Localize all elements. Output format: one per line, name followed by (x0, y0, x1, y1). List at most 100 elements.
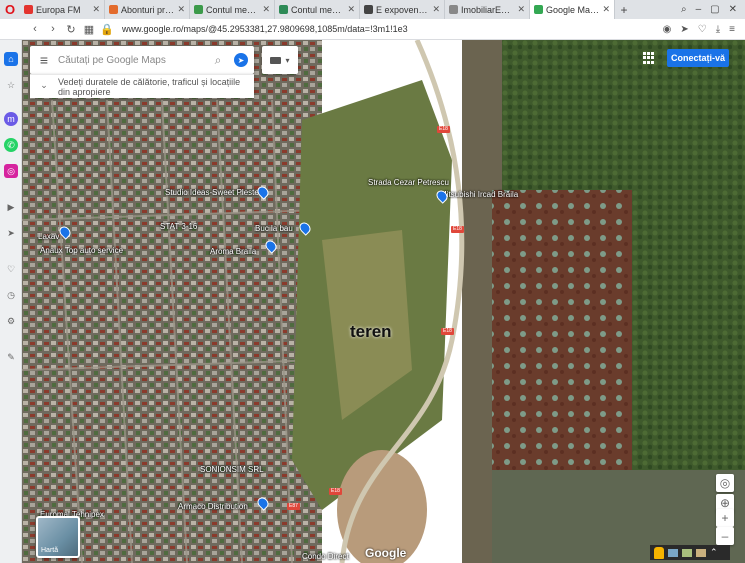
tab[interactable]: Europa FM ✕ (20, 0, 105, 19)
messenger-icon[interactable]: m (4, 112, 18, 126)
forward-icon[interactable]: › (44, 23, 62, 35)
close-icon[interactable]: ✕ (432, 4, 440, 15)
annotation-text: teren (350, 322, 392, 341)
layers-button[interactable]: ▾ (262, 46, 298, 74)
place-label[interactable]: Condo Direct (302, 552, 349, 561)
explore-text: Vedeți duratele de călătorie, traficul ș… (58, 77, 241, 97)
place-label[interactable]: Buc la bau (255, 224, 293, 233)
speed-dial-icon[interactable]: ☆ (4, 78, 18, 92)
tab[interactable]: E expoventul si t✕ (360, 0, 445, 19)
tab[interactable]: Contul meu › Mi✕ (275, 0, 360, 19)
new-tab-icon[interactable]: + (615, 3, 633, 17)
hamburger-menu-icon[interactable]: ≡ (30, 52, 58, 68)
chevron-down-icon[interactable]: ⌄ (30, 75, 58, 91)
road-shield: E18 (329, 488, 342, 495)
place-label[interactable]: Anaux Top auto service (40, 246, 123, 255)
maximize-icon[interactable]: ▢ (710, 4, 719, 15)
send-icon[interactable]: ➤ (680, 24, 688, 35)
tab-favicon-icon (449, 5, 458, 14)
close-icon[interactable]: ✕ (602, 4, 610, 15)
imagery-thumbnail-icon[interactable] (668, 548, 678, 557)
apps-grid-icon[interactable] (643, 52, 655, 64)
player-icon[interactable]: ▶ (4, 200, 18, 214)
expand-icon[interactable]: ⌃ (710, 547, 718, 558)
heart-icon[interactable]: ♡ (698, 24, 707, 35)
map-type-toggle[interactable]: Hartă (36, 516, 80, 558)
map-type-label: Hartă (41, 547, 59, 554)
address-bar: ‹ › ↻ ▦ 🔒 www.google.ro/maps/@45.2953381… (0, 19, 745, 40)
tab-favicon-icon (364, 5, 373, 14)
explore-nearby-panel[interactable]: ⌄ Vedeți duratele de călătorie, traficul… (30, 74, 254, 98)
place-label[interactable]: Mitsubishi Ircad Brăila (440, 190, 518, 199)
place-label[interactable]: Laxav (38, 232, 59, 241)
window-close-icon[interactable]: ✕ (729, 4, 737, 15)
satellite-image (22, 40, 745, 563)
street-label: Strada Cezar Petrescu (368, 178, 449, 187)
back-icon[interactable]: ‹ (26, 23, 44, 35)
tab-active[interactable]: Google Maps ✕ (530, 0, 615, 19)
tab-title: E expoventul si t (376, 4, 429, 15)
tab-bar: O Europa FM ✕ Abonturi promo✕ Contul meu … (0, 0, 745, 19)
search-icon[interactable]: ⌕ (208, 53, 228, 68)
tab[interactable]: Contul meu › An✕ (190, 0, 275, 19)
opera-logo-icon[interactable]: O (0, 0, 20, 19)
download-icon[interactable]: ⤓ (716, 24, 720, 35)
window-controls: ⌕ – ▢ ✕ (681, 4, 745, 15)
browser-sidebar: ⌂ ☆ m ✆ ◎ ▶ ➤ ♡ ◷ ⚙ ✎ (0, 40, 22, 563)
whatsapp-icon[interactable]: ✆ (4, 138, 18, 152)
tab[interactable]: Abonturi promo✕ (105, 0, 190, 19)
place-label[interactable]: Armaco Distribution (178, 502, 248, 511)
tab-title: Contul meu › An (206, 4, 259, 15)
close-icon[interactable]: ✕ (347, 4, 355, 15)
zoom-out-button[interactable]: – (716, 527, 734, 545)
imagery-thumbnail-icon[interactable] (682, 548, 692, 557)
zoom-in-button[interactable]: + (716, 509, 734, 527)
road-shield: E18 (441, 328, 454, 335)
chevron-down-icon: ▾ (285, 55, 290, 65)
heart-icon[interactable]: ♡ (4, 262, 18, 276)
maps-pin-icon (534, 5, 543, 14)
home-icon[interactable]: ⌂ (4, 52, 18, 66)
road-shield: E87 (287, 503, 300, 510)
tab-favicon-icon (279, 5, 288, 14)
reload-icon[interactable]: ↻ (62, 23, 80, 36)
signin-button[interactable]: Conectați-vă (667, 49, 729, 67)
search-input[interactable]: Căutați pe Google Maps (58, 55, 208, 66)
place-label[interactable]: Aroma Braila (210, 247, 256, 256)
directions-icon[interactable]: ➤ (228, 53, 254, 67)
place-label[interactable]: Studio Ideas-Sweet Pleste (165, 188, 259, 197)
tab-favicon-icon (109, 5, 118, 14)
close-icon[interactable]: ✕ (92, 4, 100, 15)
tabs-grid-icon[interactable]: ▦ (80, 23, 98, 36)
tab-title: Google Maps (546, 4, 600, 15)
lightbulb-icon[interactable]: ✎ (4, 350, 18, 364)
search-tabs-icon[interactable]: ⌕ (681, 4, 687, 15)
history-icon[interactable]: ◷ (4, 288, 18, 302)
place-label[interactable]: STAT 3-16 (160, 222, 197, 231)
camera-icon[interactable]: ◉ (663, 24, 672, 35)
tab-title: Europa FM (36, 4, 81, 15)
map-canvas[interactable] (22, 40, 745, 563)
close-icon[interactable]: ✕ (262, 4, 270, 15)
close-icon[interactable]: ✕ (517, 4, 525, 15)
pegman-icon[interactable] (654, 546, 664, 559)
url-field[interactable]: www.google.ro/maps/@45.2953381,27.980969… (122, 24, 663, 34)
menu-icon[interactable]: ≡ (729, 24, 735, 35)
bottom-strip: ⌃ (650, 545, 730, 560)
location-icon[interactable]: ◎ (716, 474, 734, 492)
minimize-icon[interactable]: – (696, 4, 702, 15)
maps-search-box: ≡ Căutați pe Google Maps ⌕ ➤ (30, 46, 254, 74)
imagery-thumbnail-icon[interactable] (696, 548, 706, 557)
lock-icon: 🔒 (100, 23, 114, 36)
place-label[interactable]: SONIONSIM SRL (200, 465, 264, 474)
tab[interactable]: ImobiliarEagent✕ (445, 0, 530, 19)
road-shield: E18 (437, 126, 450, 133)
send-icon[interactable]: ➤ (4, 226, 18, 240)
tab-favicon-icon (24, 5, 33, 14)
road-shield: E18 (451, 226, 464, 233)
layers-icon (270, 56, 282, 64)
close-icon[interactable]: ✕ (177, 4, 185, 15)
instagram-icon[interactable]: ◎ (4, 164, 18, 178)
gear-icon[interactable]: ⚙ (4, 314, 18, 328)
google-logo: Google (365, 546, 407, 560)
